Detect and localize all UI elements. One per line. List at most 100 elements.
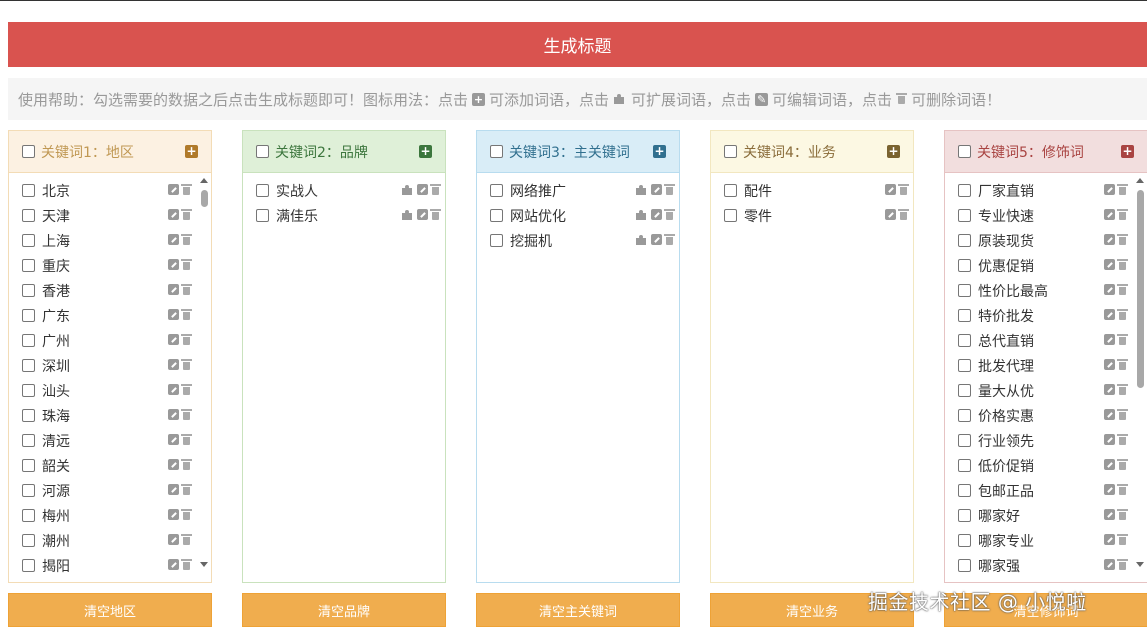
edit-icon[interactable] <box>168 509 179 520</box>
edit-icon[interactable] <box>1104 234 1115 245</box>
list-item[interactable]: 网络推广 <box>477 178 679 203</box>
trash-icon[interactable] <box>181 334 192 345</box>
clear-button-2[interactable]: 清空品牌 <box>242 593 446 627</box>
item-checkbox[interactable] <box>958 434 971 447</box>
edit-icon[interactable] <box>1104 334 1115 345</box>
edit-icon[interactable] <box>651 234 662 245</box>
list-item[interactable]: 天津 <box>9 203 211 228</box>
trash-icon[interactable] <box>181 559 192 570</box>
trash-icon[interactable] <box>898 209 909 220</box>
item-checkbox[interactable] <box>22 509 35 522</box>
list-item[interactable]: 梅州 <box>9 503 211 528</box>
edit-icon[interactable] <box>417 184 428 195</box>
edit-icon[interactable] <box>1104 209 1115 220</box>
trash-icon[interactable] <box>430 184 441 195</box>
list-item[interactable]: 低价促销 <box>945 453 1147 478</box>
list-item[interactable]: 汕头 <box>9 378 211 403</box>
trash-icon[interactable] <box>181 384 192 395</box>
clear-button-1[interactable]: 清空地区 <box>8 593 212 627</box>
item-checkbox[interactable] <box>22 359 35 372</box>
scroll-down-icon[interactable] <box>200 562 208 567</box>
edit-icon[interactable] <box>1104 359 1115 370</box>
item-checkbox[interactable] <box>22 259 35 272</box>
extend-puzzle-icon[interactable] <box>636 234 648 245</box>
edit-icon[interactable] <box>168 409 179 420</box>
item-checkbox[interactable] <box>958 509 971 522</box>
edit-icon[interactable] <box>417 209 428 220</box>
item-checkbox[interactable] <box>958 309 971 322</box>
trash-icon[interactable] <box>181 184 192 195</box>
list-item[interactable]: 广东 <box>9 303 211 328</box>
trash-icon[interactable] <box>181 309 192 320</box>
trash-icon[interactable] <box>181 234 192 245</box>
edit-icon[interactable] <box>168 384 179 395</box>
extend-puzzle-icon[interactable] <box>636 209 648 220</box>
item-checkbox[interactable] <box>724 184 737 197</box>
trash-icon[interactable] <box>1117 309 1128 320</box>
extend-puzzle-icon[interactable] <box>402 209 414 220</box>
list-item[interactable]: 香港 <box>9 278 211 303</box>
list-item[interactable]: 特价批发 <box>945 303 1147 328</box>
trash-icon[interactable] <box>181 259 192 270</box>
edit-icon[interactable] <box>1104 509 1115 520</box>
edit-icon[interactable] <box>168 484 179 495</box>
edit-icon[interactable] <box>168 234 179 245</box>
item-checkbox[interactable] <box>256 209 269 222</box>
item-checkbox[interactable] <box>958 384 971 397</box>
trash-icon[interactable] <box>181 209 192 220</box>
trash-icon[interactable] <box>1117 509 1128 520</box>
list-item[interactable]: 价格实惠 <box>945 403 1147 428</box>
edit-icon[interactable] <box>168 534 179 545</box>
list-item[interactable]: 性价比最高 <box>945 278 1147 303</box>
edit-icon[interactable] <box>1104 484 1115 495</box>
item-checkbox[interactable] <box>958 184 971 197</box>
trash-icon[interactable] <box>1117 459 1128 470</box>
item-checkbox[interactable] <box>22 434 35 447</box>
item-checkbox[interactable] <box>22 334 35 347</box>
item-checkbox[interactable] <box>22 534 35 547</box>
edit-icon[interactable] <box>1104 534 1115 545</box>
edit-icon[interactable] <box>651 184 662 195</box>
item-checkbox[interactable] <box>22 559 35 572</box>
extend-puzzle-icon[interactable] <box>636 184 648 195</box>
list-item[interactable]: 满佳乐 <box>243 203 445 228</box>
select-all-checkbox[interactable] <box>958 145 971 158</box>
item-checkbox[interactable] <box>724 209 737 222</box>
list-item[interactable]: 潮州 <box>9 528 211 553</box>
trash-icon[interactable] <box>664 234 675 245</box>
trash-icon[interactable] <box>181 459 192 470</box>
item-checkbox[interactable] <box>958 259 971 272</box>
trash-icon[interactable] <box>1117 334 1128 345</box>
list-item[interactable]: 哪家专业 <box>945 528 1147 553</box>
edit-icon[interactable] <box>168 259 179 270</box>
item-checkbox[interactable] <box>958 459 971 472</box>
list-item[interactable]: 总代直销 <box>945 328 1147 353</box>
edit-icon[interactable] <box>168 209 179 220</box>
trash-icon[interactable] <box>1117 259 1128 270</box>
item-checkbox[interactable] <box>22 384 35 397</box>
add-word-icon[interactable]: + <box>653 145 666 158</box>
item-checkbox[interactable] <box>22 459 35 472</box>
trash-icon[interactable] <box>1117 184 1128 195</box>
trash-icon[interactable] <box>664 209 675 220</box>
edit-icon[interactable] <box>1104 559 1115 570</box>
trash-icon[interactable] <box>898 184 909 195</box>
item-checkbox[interactable] <box>22 409 35 422</box>
scroll-up-icon[interactable] <box>200 178 208 183</box>
edit-icon[interactable] <box>168 334 179 345</box>
trash-icon[interactable] <box>181 534 192 545</box>
list-item[interactable]: 挖掘机 <box>477 228 679 253</box>
list-item[interactable]: 重庆 <box>9 253 211 278</box>
item-checkbox[interactable] <box>256 184 269 197</box>
item-checkbox[interactable] <box>22 184 35 197</box>
list-item[interactable]: 零件 <box>711 203 913 228</box>
add-word-icon[interactable]: + <box>887 145 900 158</box>
list-item[interactable]: 广州 <box>9 328 211 353</box>
trash-icon[interactable] <box>664 184 675 195</box>
scrollbar[interactable] <box>1136 178 1144 570</box>
trash-icon[interactable] <box>1117 534 1128 545</box>
trash-icon[interactable] <box>1117 234 1128 245</box>
edit-icon[interactable] <box>651 209 662 220</box>
item-checkbox[interactable] <box>958 409 971 422</box>
list-item[interactable]: 珠海 <box>9 403 211 428</box>
